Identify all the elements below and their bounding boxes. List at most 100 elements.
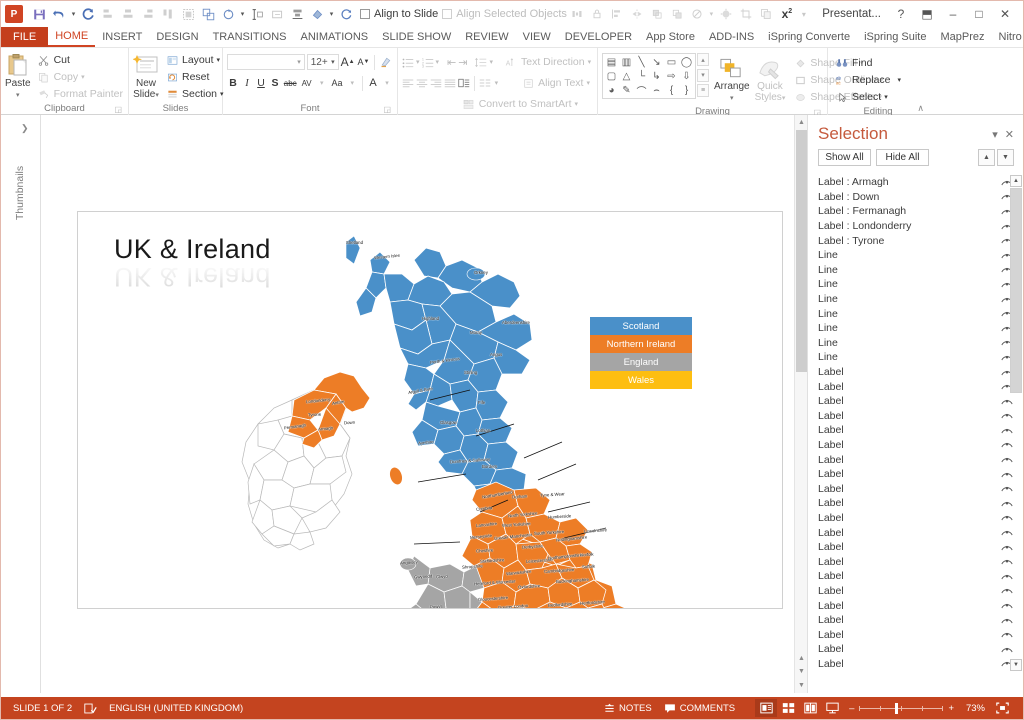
selection-list-item[interactable]: Line — [818, 306, 1014, 321]
font-size-box[interactable]: 12+ ▾ — [306, 54, 339, 70]
notes-button[interactable]: NOTES — [598, 703, 658, 714]
selection-list-item[interactable]: Label — [818, 627, 1014, 642]
zoom-percentage[interactable]: 73% — [959, 703, 985, 714]
selection-list-item[interactable]: Label — [818, 657, 1014, 671]
no-fill-dropdown-icon[interactable]: ▾ — [707, 4, 716, 24]
tab-home[interactable]: HOME — [48, 27, 96, 47]
crop-icon[interactable] — [736, 4, 756, 24]
tab-slide-show[interactable]: SLIDE SHOW — [375, 27, 458, 47]
map-region-label[interactable]: Tyrone — [308, 412, 321, 418]
selection-list-item[interactable]: Label : Tyrone — [818, 233, 1014, 248]
map-region-label[interactable]: Orkney — [474, 270, 488, 275]
scrollbar-thumb[interactable] — [796, 130, 807, 372]
selection-list-item[interactable]: Line — [818, 292, 1014, 307]
ribbon-display-options-icon[interactable]: ⬒ — [915, 4, 939, 24]
selection-list-item[interactable]: Label — [818, 613, 1014, 628]
new-slide-dropdown-icon[interactable]: ▾ — [155, 92, 159, 99]
shape-line-icon[interactable]: ╲ — [634, 55, 649, 69]
help-icon[interactable]: ? — [889, 4, 913, 24]
align-left-edges-icon[interactable] — [607, 4, 627, 24]
selection-list-item[interactable]: Line — [818, 350, 1014, 365]
numbering-dropdown-icon[interactable]: ▾ — [436, 54, 440, 70]
shape-down-arrow-icon[interactable]: ⇩ — [679, 69, 694, 83]
selection-pane-menu-icon[interactable]: ▾ — [992, 128, 998, 141]
zoom-slider-knob[interactable] — [895, 702, 899, 714]
layout-button[interactable]: Layout ▾ — [162, 52, 227, 68]
bold-button[interactable]: B — [227, 75, 239, 91]
map-region-label[interactable]: Stirling — [464, 370, 477, 375]
map-region-label[interactable]: Down — [344, 420, 355, 426]
lock-icon[interactable] — [587, 4, 607, 24]
comments-button[interactable]: COMMENTS — [658, 703, 741, 714]
select-dropdown-icon[interactable]: ▾ — [884, 93, 888, 101]
shape-arrow-icon[interactable]: ↘ — [649, 55, 664, 69]
group-objects-icon[interactable] — [178, 4, 198, 24]
selection-list-item[interactable]: Line — [818, 263, 1014, 278]
align-right-objects-icon[interactable] — [138, 4, 158, 24]
character-spacing-dropdown-icon[interactable]: ▾ — [316, 75, 328, 91]
layout-dropdown-icon[interactable]: ▾ — [217, 56, 221, 64]
align-to-slide-checkbox[interactable]: Align to Slide — [360, 8, 438, 20]
font-color-dropdown-icon[interactable]: ▾ — [381, 75, 393, 91]
replace-button[interactable]: ab ac Replace ▾ — [832, 72, 904, 88]
align-selected-objects-checkbox[interactable]: Align Selected Objects — [442, 8, 567, 20]
bullets-dropdown-icon[interactable]: ▾ — [416, 54, 420, 70]
selection-list-item[interactable]: Line — [818, 277, 1014, 292]
shape-rounded-rect-icon[interactable]: ▢ — [604, 69, 619, 83]
tab-animations[interactable]: ANIMATIONS — [294, 27, 376, 47]
fit-slide-to-window-button[interactable] — [991, 699, 1013, 717]
shape-arc-icon[interactable]: ⌢ — [649, 83, 664, 97]
selection-list-item[interactable]: Label — [818, 569, 1014, 584]
redo-icon[interactable] — [78, 4, 98, 24]
minimize-button[interactable]: – — [941, 4, 965, 24]
move-down-button[interactable]: ▼ — [997, 149, 1014, 166]
undo-icon[interactable] — [49, 4, 69, 24]
rotate-objects-icon[interactable] — [218, 4, 238, 24]
close-button[interactable]: ✕ — [993, 4, 1017, 24]
align-text-dropdown-icon[interactable]: ▾ — [586, 79, 590, 87]
tab-ispring-suite[interactable]: iSpring Suite — [857, 27, 933, 47]
tab-review[interactable]: REVIEW — [458, 27, 515, 47]
shape-textbox-icon[interactable]: ▤ — [604, 55, 619, 69]
rotate-dropdown-icon[interactable]: ▾ — [238, 4, 247, 24]
map-region-label[interactable]: Glasgow — [440, 420, 457, 425]
change-case-button[interactable]: Aa — [330, 75, 344, 91]
shape-elbow-arrow-icon[interactable]: ↳ — [649, 69, 664, 83]
tab-design[interactable]: DESIGN — [149, 27, 205, 47]
no-fill-icon[interactable] — [687, 4, 707, 24]
selection-list-item[interactable]: Label : Londonderry — [818, 219, 1014, 234]
shape-triangle-icon[interactable]: △ — [619, 69, 634, 83]
selection-list-item[interactable]: Label — [818, 525, 1014, 540]
shapes-gallery-scroller[interactable]: ▴ ▾ ≡ — [697, 53, 709, 97]
map-region-label[interactable]: Clwyd — [436, 574, 448, 580]
numbering-button[interactable]: 123 — [422, 54, 434, 70]
map-region-label[interactable]: Aberdeenshire — [502, 320, 530, 325]
justify-button[interactable] — [444, 75, 456, 91]
map-region-label[interactable]: Borders — [482, 464, 497, 469]
selection-list-item[interactable]: Label — [818, 584, 1014, 599]
smartart-dropdown-icon[interactable]: ▾ — [574, 100, 578, 108]
duplicate-icon[interactable] — [756, 4, 776, 24]
superscript-icon[interactable]: x2 — [776, 4, 798, 24]
replace-dropdown-icon[interactable]: ▾ — [898, 76, 902, 84]
collapse-ribbon-icon[interactable]: ∧ — [917, 103, 924, 114]
refresh-icon[interactable] — [336, 4, 356, 24]
tab-transitions[interactable]: TRANSITIONS — [206, 27, 294, 47]
language-indicator[interactable]: ENGLISH (UNITED KINGDOM) — [103, 703, 249, 714]
selection-list-item[interactable]: Label — [818, 394, 1014, 409]
zoom-in-button[interactable]: + — [948, 703, 954, 714]
font-size-dropdown-icon[interactable]: ▾ — [331, 58, 335, 66]
columns-dropdown-icon[interactable]: ▾ — [493, 75, 501, 91]
align-center-objects-icon[interactable] — [118, 4, 138, 24]
shape-freeform-icon[interactable]: ✎ — [619, 83, 634, 97]
undo-dropdown-icon[interactable]: ▾ — [69, 4, 78, 24]
tab-nitro-pro-8[interactable]: Nitro Pro 8 — [992, 27, 1024, 47]
tab-add-ins[interactable]: ADD-INS — [702, 27, 761, 47]
uk-ireland-map[interactable]: Western Isles Highland Shetland Moray Aberde… — [78, 212, 782, 608]
decrease-font-size-button[interactable]: A ▼ — [357, 54, 371, 70]
line-spacing-button[interactable] — [475, 54, 487, 70]
selection-object-list[interactable]: Label : Armagh Label : Down Label : Ferman… — [818, 175, 1014, 671]
shape-pie-icon[interactable]: ◕ — [604, 83, 619, 97]
copy-dropdown-icon[interactable]: ▾ — [81, 73, 85, 81]
increase-indent-button[interactable]: ⇥ — [458, 54, 467, 70]
